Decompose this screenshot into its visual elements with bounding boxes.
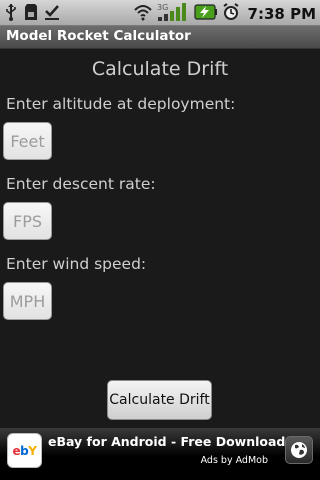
ad-attribution: Ads by AdMob	[200, 455, 268, 466]
app-title: Model Rocket Calculator	[6, 28, 191, 44]
battery-charging-icon	[193, 3, 218, 25]
download-done-icon	[44, 3, 60, 25]
ad-text: eBay for Android - Free Download	[48, 434, 286, 449]
usb-icon	[4, 3, 18, 25]
sd-card-icon	[24, 3, 38, 25]
alarm-icon	[222, 3, 240, 25]
altitude-input[interactable]	[3, 122, 52, 160]
altitude-label: Enter altitude at deployment:	[6, 95, 236, 113]
signal-icon: 3G	[156, 2, 190, 26]
wifi-icon	[133, 3, 152, 25]
app-title-bar: Model Rocket Calculator	[0, 26, 320, 49]
globe-icon[interactable]	[285, 436, 313, 464]
page-title: Calculate Drift	[91, 58, 229, 80]
descent-rate-input[interactable]	[3, 202, 52, 240]
ebay-logo-icon: ebY	[7, 433, 42, 468]
calculate-drift-button[interactable]: Calculate Drift	[107, 380, 212, 420]
status-bar: 3G 7:38 PM	[0, 0, 320, 26]
status-clock: 7:38 PM	[247, 5, 316, 23]
ad-banner[interactable]: ebY eBay for Android - Free Download Ads…	[0, 428, 320, 480]
wind-speed-input[interactable]	[3, 282, 52, 320]
svg-text:3G: 3G	[157, 3, 168, 12]
descent-rate-label: Enter descent rate:	[6, 175, 156, 193]
wind-speed-label: Enter wind speed:	[6, 255, 147, 273]
